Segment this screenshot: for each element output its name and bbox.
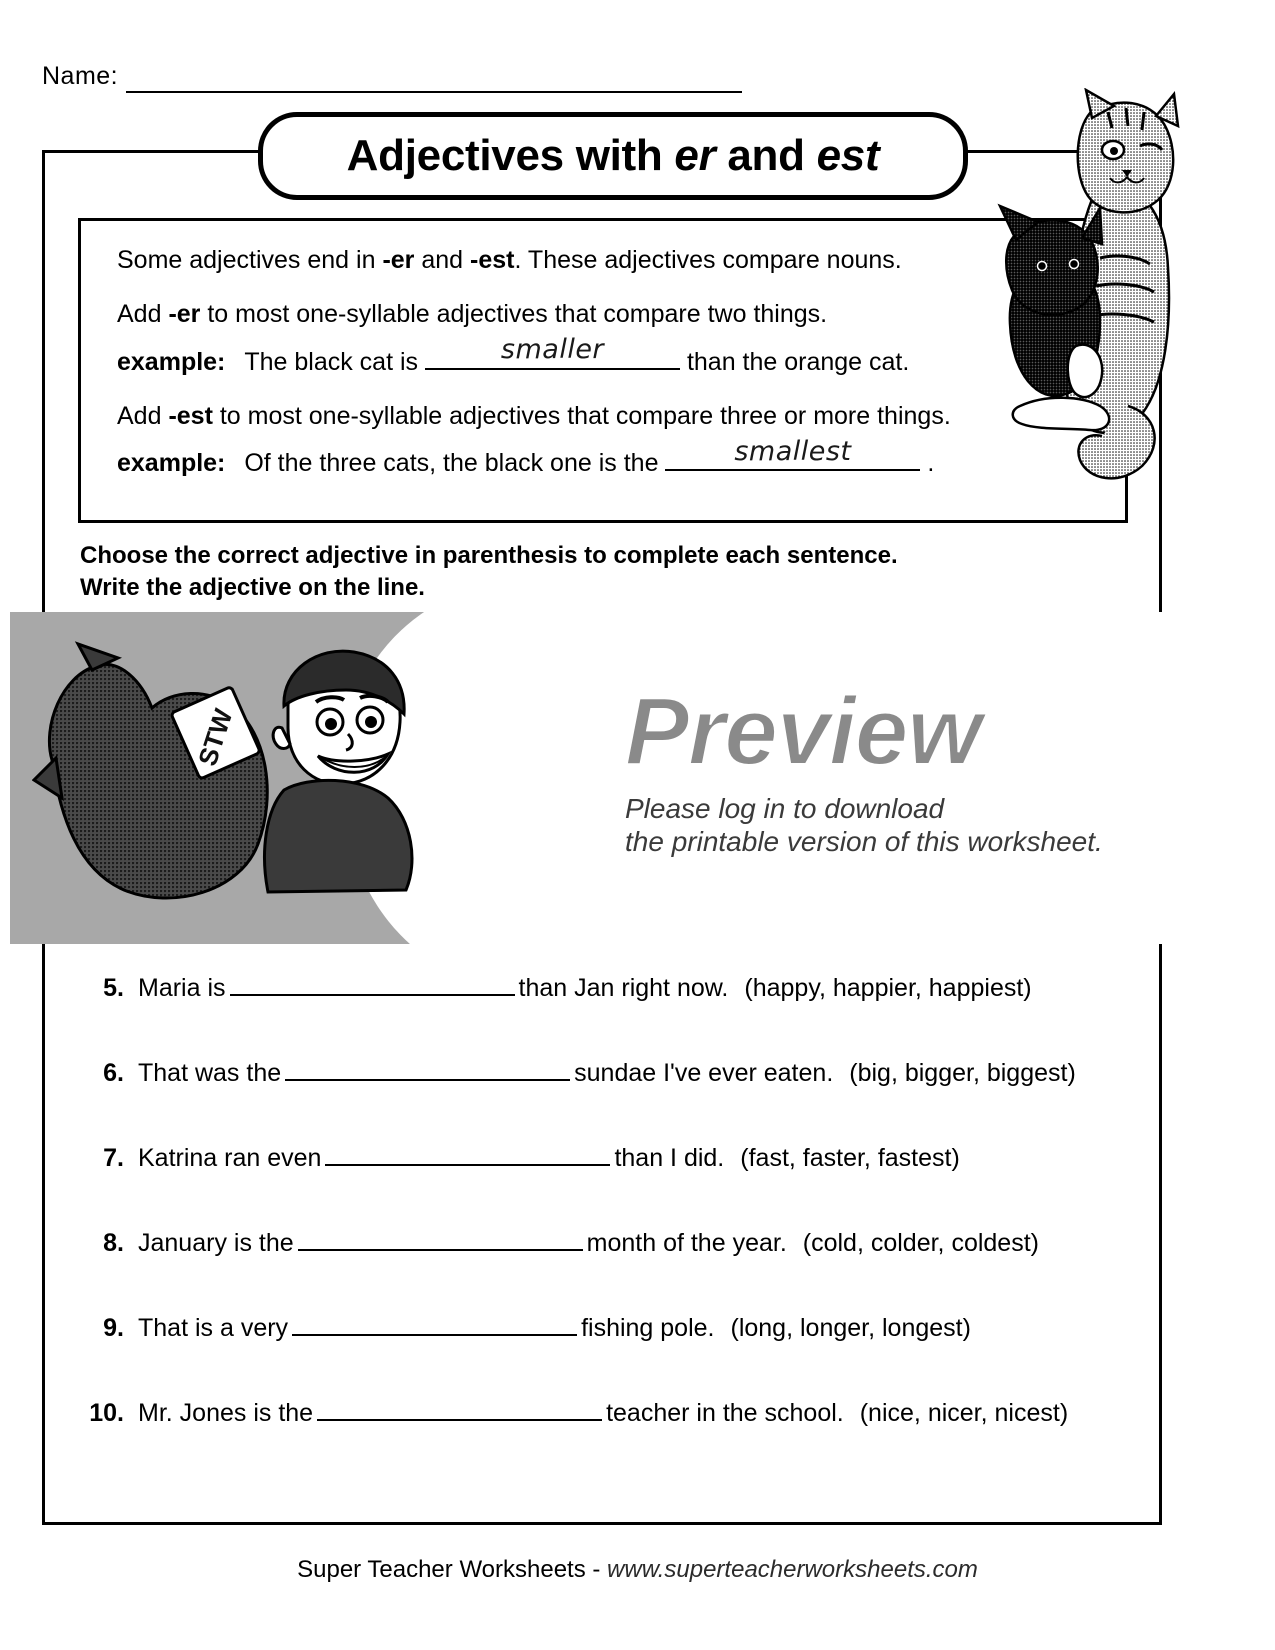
- example-row-1: example: The black cat is smaller than t…: [117, 335, 1095, 376]
- example-text-before-2: Of the three cats, the black one is the: [244, 449, 659, 477]
- rule-line-3: Add -est to most one-syllable adjectives…: [117, 401, 951, 430]
- question-number: 8.: [103, 1229, 124, 1257]
- preview-overlay-banner: STW Preview Please log in to download th…: [10, 612, 1200, 944]
- question-answer-blank[interactable]: [285, 1053, 571, 1081]
- directions-line-1: Choose the correct adjective in parenthe…: [80, 542, 898, 569]
- question-answer-blank[interactable]: [325, 1138, 611, 1166]
- question-text-after: sundae I've ever eaten.: [574, 1059, 834, 1087]
- question-row: 9. That is a very fishing pole. (long, l…: [78, 1308, 1138, 1393]
- question-row: 7. Katrina ran even than I did. (fast, f…: [78, 1138, 1138, 1223]
- question-answer-blank[interactable]: [297, 1223, 583, 1251]
- question-text-after: than Jan right now.: [518, 974, 729, 1002]
- example-text-before-1: The black cat is: [244, 347, 419, 376]
- question-text-before: Mr. Jones is the: [138, 1399, 314, 1427]
- question-text-before: Maria is: [138, 974, 226, 1002]
- questions-list: 5. Maria is than Jan right now. (happy, …: [78, 968, 1138, 1478]
- preview-subtext-line-2: the printable version of this worksheet.: [625, 826, 1103, 858]
- question-choices: (nice, nicer, nicest): [859, 1399, 1069, 1427]
- directions-block: Choose the correct adjective in parenthe…: [80, 540, 898, 603]
- question-text-before: Katrina ran even: [138, 1144, 322, 1172]
- name-label: Name:: [42, 62, 119, 90]
- footer-brand: Super Teacher Worksheets -: [297, 1556, 608, 1583]
- question-number: 5.: [103, 974, 124, 1002]
- question-text-after: than I did.: [614, 1144, 725, 1172]
- two-cats-illustration: [950, 87, 1180, 508]
- example-blank-1[interactable]: smaller: [424, 335, 680, 370]
- page-title: Adjectives with er and est: [346, 131, 880, 180]
- question-row: 5. Maria is than Jan right now. (happy, …: [78, 968, 1138, 1053]
- question-answer-blank[interactable]: [292, 1308, 578, 1336]
- example-answer-2: smallest: [734, 435, 852, 467]
- question-choices: (happy, happier, happiest): [744, 974, 1032, 1002]
- rule-line-1: Some adjectives end in -er and -est. The…: [117, 246, 902, 274]
- question-choices: (long, longer, longest): [730, 1314, 971, 1342]
- example-row-2: example: Of the three cats, the black on…: [117, 437, 1095, 477]
- name-write-line[interactable]: [126, 69, 742, 93]
- preview-message-block: Preview Please log in to download the pr…: [624, 678, 1185, 858]
- question-row: 8. January is the month of the year. (co…: [78, 1223, 1138, 1308]
- question-row: 6. That was the sundae I've ever eaten. …: [78, 1053, 1138, 1138]
- example-blank-2[interactable]: smallest: [665, 437, 921, 471]
- question-text-before: That was the: [138, 1059, 282, 1087]
- question-text-before: That is a very: [138, 1314, 289, 1342]
- question-text-after: fishing pole.: [581, 1314, 715, 1342]
- preview-subtext-line-1: Please log in to download: [625, 793, 945, 824]
- question-number: 6.: [103, 1059, 124, 1087]
- preview-subtext: Please log in to download the printable …: [625, 792, 1185, 858]
- question-choices: (fast, faster, fastest): [740, 1144, 960, 1172]
- question-text-after: teacher in the school.: [606, 1399, 844, 1427]
- worksheet-title-pill: Adjectives with er and est: [258, 112, 968, 200]
- question-number: 9.: [103, 1314, 124, 1342]
- rule-line-2: Add -er to most one-syllable adjectives …: [117, 300, 828, 329]
- question-answer-blank[interactable]: [229, 968, 515, 996]
- question-number: 7.: [103, 1144, 124, 1172]
- question-text-after: month of the year.: [586, 1229, 787, 1257]
- example-label-1: example:: [117, 347, 226, 376]
- question-answer-blank[interactable]: [317, 1393, 603, 1421]
- example-text-after-2: .: [927, 449, 935, 477]
- question-choices: (cold, colder, coldest): [802, 1229, 1039, 1257]
- example-text-after-1: than the orange cat.: [686, 347, 910, 376]
- footer-website[interactable]: www.superteacherworksheets.com: [607, 1556, 978, 1583]
- name-field-row: Name:: [42, 62, 742, 93]
- question-text-before: January is the: [138, 1229, 294, 1257]
- example-label-2: example:: [117, 449, 226, 477]
- directions-line-2: Write the adjective on the line.: [80, 573, 425, 601]
- preview-heading: Preview: [624, 678, 983, 785]
- superhero-mascot-illustration: STW: [31, 630, 482, 930]
- question-choices: (big, bigger, biggest): [849, 1059, 1076, 1087]
- question-row: 10. Mr. Jones is the teacher in the scho…: [78, 1393, 1138, 1478]
- page-footer: Super Teacher Worksheets - www.superteac…: [0, 1556, 1275, 1584]
- example-answer-1: smaller: [500, 334, 605, 366]
- question-number: 10.: [89, 1399, 124, 1427]
